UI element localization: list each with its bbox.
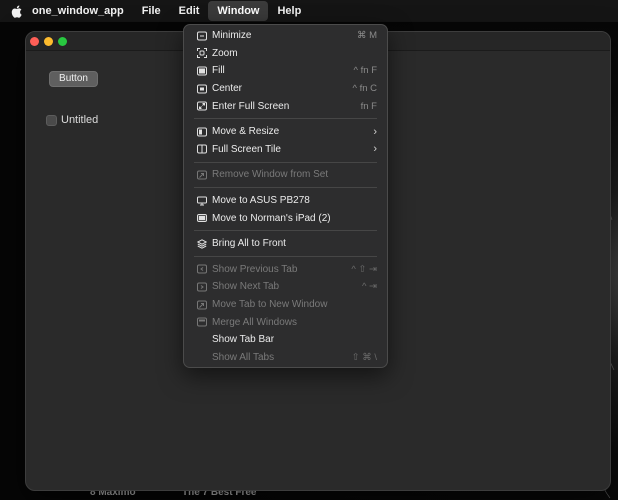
menu-edit[interactable]: Edit bbox=[170, 1, 209, 21]
menu-item-move-resize[interactable]: Move & Resize › bbox=[184, 123, 387, 141]
full-screen-icon bbox=[196, 101, 207, 112]
menu-item-label: Zoom bbox=[212, 47, 238, 59]
menu-item-show-all-tabs[interactable]: Show All Tabs ⇧ ⌘ \ bbox=[184, 349, 387, 367]
menu-help[interactable]: Help bbox=[268, 1, 310, 21]
menu-item-label: Full Screen Tile bbox=[212, 143, 281, 155]
menu-item-shortcut: ^ fn F bbox=[353, 65, 377, 77]
center-icon bbox=[196, 83, 207, 94]
chevron-right-icon: › bbox=[373, 125, 377, 138]
checkbox-label: Untitled bbox=[61, 114, 99, 126]
menu-item-show-previous-tab[interactable]: Show Previous Tab ^ ⇧ ⇥ bbox=[184, 261, 387, 279]
menu-item-label: Enter Full Screen bbox=[212, 100, 290, 112]
menu-item-show-next-tab[interactable]: Show Next Tab ^ ⇥ bbox=[184, 278, 387, 296]
zoom-button[interactable] bbox=[58, 37, 67, 46]
ipad-icon bbox=[196, 213, 207, 224]
menu-item-label: Show All Tabs bbox=[212, 351, 275, 363]
menu-item-shortcut: ⌘ M bbox=[356, 30, 377, 42]
menu-item-shortcut: ^ ⇧ ⇥ bbox=[351, 263, 377, 275]
menu-item-label: Show Next Tab bbox=[212, 281, 280, 293]
menu-item-label: Fill bbox=[212, 65, 225, 77]
menu-item-label: Bring All to Front bbox=[212, 238, 286, 250]
menu-separator bbox=[194, 187, 377, 189]
menu-item-label: Move Tab to New Window bbox=[212, 299, 328, 311]
remove-window-icon bbox=[196, 169, 207, 180]
menu-separator bbox=[194, 230, 377, 232]
menu-bar: one_window_app File Edit Window Help bbox=[0, 0, 618, 22]
next-tab-icon bbox=[196, 281, 207, 292]
menu-separator bbox=[194, 118, 377, 120]
menu-item-shortcut: ^ fn C bbox=[352, 83, 377, 95]
menu-item-merge-all-windows[interactable]: Merge All Windows bbox=[184, 313, 387, 331]
merge-windows-icon bbox=[196, 317, 207, 328]
menu-item-shortcut: ^ ⇥ bbox=[361, 281, 377, 293]
display-icon bbox=[196, 195, 207, 206]
menu-item-label: Show Tab Bar bbox=[212, 334, 275, 346]
menu-item-remove-window-from-set[interactable]: Remove Window from Set bbox=[184, 166, 387, 184]
minimize-icon bbox=[196, 30, 207, 41]
menu-item-label: Move & Resize bbox=[212, 126, 280, 138]
tile-icon bbox=[196, 144, 207, 155]
menu-item-label: Remove Window from Set bbox=[212, 169, 329, 181]
menu-item-move-tab-to-new-window[interactable]: Move Tab to New Window bbox=[184, 296, 387, 314]
menu-item-zoom[interactable]: Zoom bbox=[184, 45, 387, 63]
menu-item-move-to-asus[interactable]: Move to ASUS PB278 bbox=[184, 192, 387, 210]
untitled-checkbox[interactable] bbox=[46, 115, 57, 126]
menu-item-label: Minimize bbox=[212, 30, 252, 42]
menu-item-enter-full-screen[interactable]: Enter Full Screen fn F bbox=[184, 97, 387, 115]
menu-item-move-to-ipad[interactable]: Move to Norman's iPad (2) bbox=[184, 209, 387, 227]
menu-separator bbox=[194, 256, 377, 258]
close-button[interactable] bbox=[30, 37, 39, 46]
stack-icon bbox=[196, 238, 207, 249]
push-button[interactable]: Button bbox=[49, 71, 98, 87]
menu-item-show-tab-bar[interactable]: Show Tab Bar bbox=[184, 331, 387, 349]
apple-logo-icon bbox=[11, 5, 22, 18]
menu-item-label: Merge All Windows bbox=[212, 316, 298, 328]
menu-item-full-screen-tile[interactable]: Full Screen Tile › bbox=[184, 141, 387, 159]
menu-item-shortcut: fn F bbox=[360, 100, 377, 112]
menu-item-label: Move to ASUS PB278 bbox=[212, 195, 310, 207]
fill-icon bbox=[196, 65, 207, 76]
menu-window[interactable]: Window bbox=[208, 1, 269, 21]
app-menu[interactable]: one_window_app bbox=[32, 1, 133, 21]
menu-item-fill[interactable]: Fill ^ fn F bbox=[184, 62, 387, 80]
zoom-icon bbox=[196, 48, 207, 59]
move-tab-icon bbox=[196, 299, 207, 310]
menu-item-center[interactable]: Center ^ fn C bbox=[184, 80, 387, 98]
menu-item-minimize[interactable]: Minimize ⌘ M bbox=[184, 27, 387, 45]
menu-separator bbox=[194, 161, 377, 163]
menu-item-label: Show Previous Tab bbox=[212, 263, 298, 275]
previous-tab-icon bbox=[196, 264, 207, 275]
menu-file[interactable]: File bbox=[133, 1, 170, 21]
menu-item-label: Move to Norman's iPad (2) bbox=[212, 212, 331, 224]
menu-item-bring-all-to-front[interactable]: Bring All to Front bbox=[184, 235, 387, 253]
minimize-button[interactable] bbox=[44, 37, 53, 46]
apple-menu[interactable] bbox=[0, 5, 32, 18]
menu-item-shortcut: ⇧ ⌘ \ bbox=[351, 351, 377, 363]
chevron-right-icon: › bbox=[373, 143, 377, 156]
window-menu-dropdown: Minimize ⌘ M Zoom Fill ^ fn F Center ^ f… bbox=[183, 24, 388, 368]
menu-item-label: Center bbox=[212, 83, 243, 95]
move-resize-icon bbox=[196, 126, 207, 137]
